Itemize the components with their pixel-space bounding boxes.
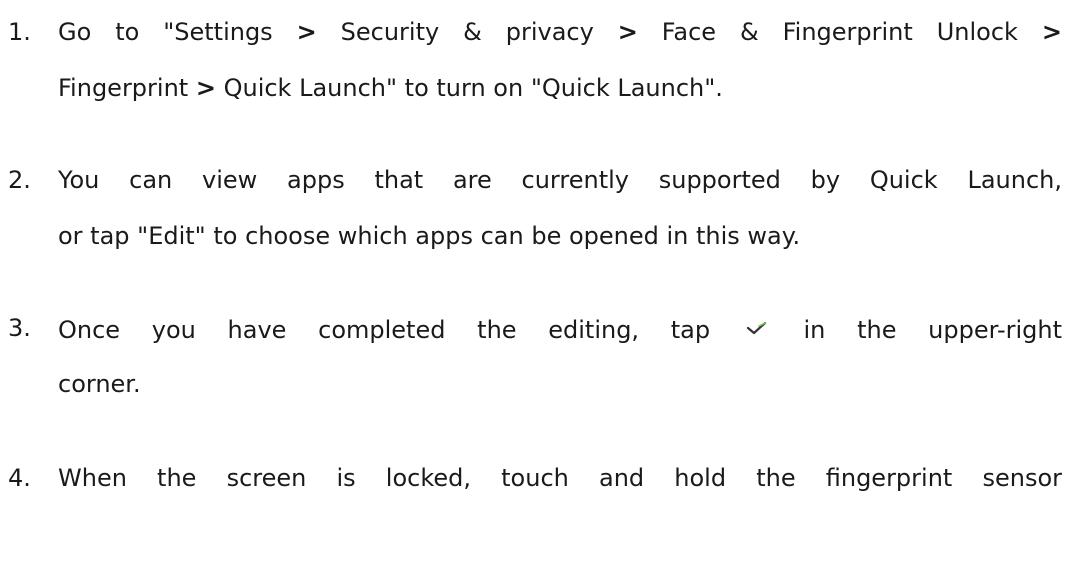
path-separator: > xyxy=(1041,18,1062,46)
step-text: Security & privacy xyxy=(340,18,594,46)
path-separator: > xyxy=(617,18,638,46)
step-text: Fingerprint xyxy=(58,74,189,102)
step-number: 3. xyxy=(8,314,31,342)
step-number: 4. xyxy=(8,464,31,492)
step-text: Once you have completed the editing, tap xyxy=(58,316,711,344)
step-number: 2. xyxy=(8,166,31,194)
step-1-line-1: Go to "Settings > Security & privacy > F… xyxy=(58,12,1062,52)
step-text: Face & Fingerprint Unlock xyxy=(661,18,1018,46)
step-text: Quick Launch" to turn on "Quick Launch". xyxy=(223,74,723,102)
step-3-line-1: Once you have completed the editing, tap… xyxy=(58,308,1062,348)
step-text: in the upper-right xyxy=(803,316,1062,344)
path-separator: > xyxy=(296,18,317,46)
step-text: Go to "Settings xyxy=(58,18,273,46)
step-2-line-1: You can view apps that are currently sup… xyxy=(58,166,1062,194)
step-1-line-2: Fingerprint > Quick Launch" to turn on "… xyxy=(58,68,723,108)
checkmark-icon xyxy=(746,308,768,335)
step-3-line-2: corner. xyxy=(58,370,141,398)
step-4-line-1: When the screen is locked, touch and hol… xyxy=(58,464,1062,492)
path-separator: > xyxy=(195,74,216,102)
step-2-line-2: or tap "Edit" to choose which apps can b… xyxy=(58,222,801,250)
step-number: 1. xyxy=(8,18,31,46)
